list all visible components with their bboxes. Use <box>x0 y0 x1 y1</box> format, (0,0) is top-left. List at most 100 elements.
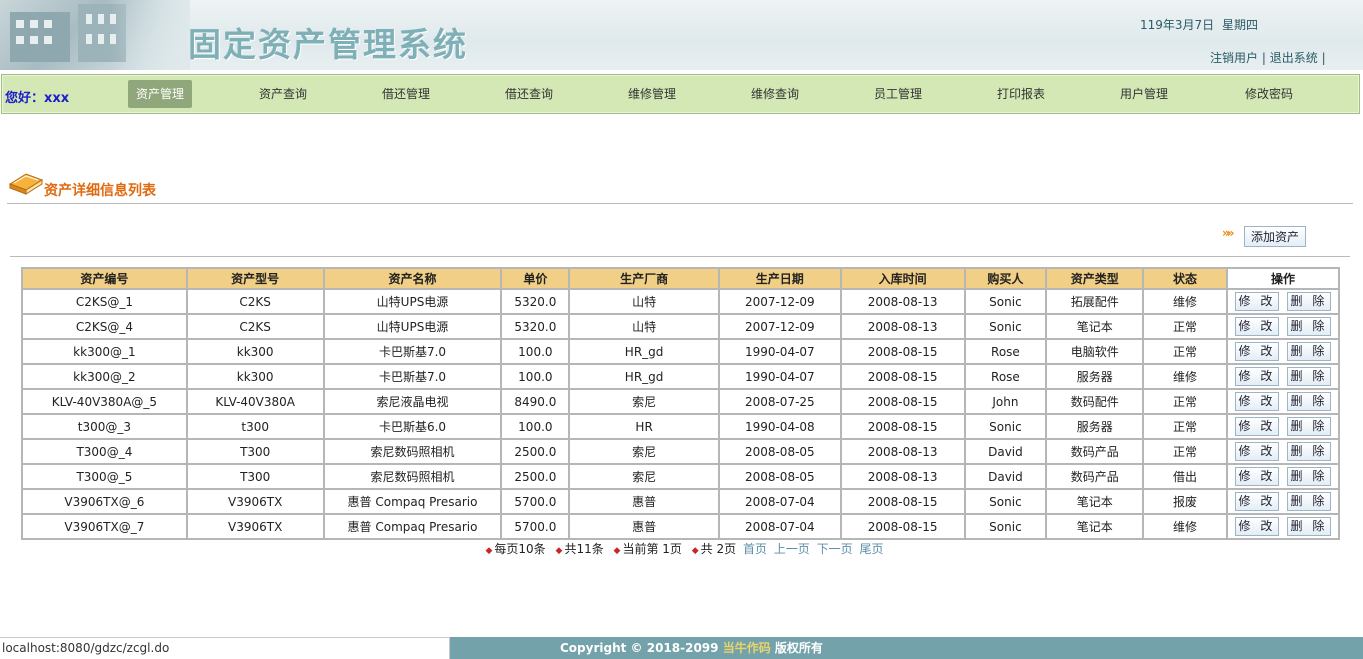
prev-page-link[interactable]: 上一页 <box>774 542 810 556</box>
table-cell: V3906TX@_6 <box>21 488 188 515</box>
table-cell: 2008-08-13 <box>839 463 966 490</box>
edit-button[interactable]: 修 改 <box>1234 317 1279 336</box>
column-header: 资产名称 <box>322 267 503 290</box>
table-cell: 正常 <box>1142 338 1228 365</box>
table-cell: 1990-04-07 <box>717 363 842 390</box>
delete-button[interactable]: 删 除 <box>1286 442 1331 461</box>
actions-cell: 修 改删 除 <box>1225 288 1341 315</box>
column-header: 单价 <box>500 267 571 290</box>
asset-table: 资产编号 资产型号 资产名称 单价 生产厂商 生产日期 入库时间 购买人 资产类… <box>21 267 1341 540</box>
nav-item-change-password[interactable]: 修改密码 <box>1237 80 1301 108</box>
table-cell: 索尼 <box>568 388 720 415</box>
table-row: T300@_4 T300 索尼数码照相机 2500.0 索尼 2008-08-05 2008… <box>21 438 1341 465</box>
table-cell: 2008-08-15 <box>839 413 966 440</box>
nav-item-user-management[interactable]: 用户管理 <box>1112 80 1176 108</box>
table-cell: 服务器 <box>1045 363 1145 390</box>
nav-item-employee-management[interactable]: 员工管理 <box>866 80 930 108</box>
pagination: ◆ 每页10条 ◆ 共11条 ◆ 当前第 1页 ◆ 共 2页 首页 上一页 下一页 尾页 <box>0 540 1363 557</box>
delete-button[interactable]: 删 除 <box>1286 492 1331 511</box>
table-cell: 2008-08-15 <box>839 488 966 515</box>
nav-item-repair-query[interactable]: 维修查询 <box>743 80 807 108</box>
edit-button[interactable]: 修 改 <box>1234 467 1279 486</box>
table-cell: 报废 <box>1142 488 1228 515</box>
main-nav: 您好：xxx 资产管理 资产查询 借还管理 借还查询 维修管理 维修查询 员工管… <box>1 74 1360 114</box>
table-cell: John <box>963 388 1048 415</box>
edit-button[interactable]: 修 改 <box>1234 292 1279 311</box>
bullet-icon: ◆ <box>485 546 493 556</box>
table-cell: Sonic <box>963 288 1048 315</box>
table-cell: 索尼 <box>568 463 720 490</box>
first-page-link[interactable]: 首页 <box>743 542 767 556</box>
section-title: 资产详细信息列表 <box>44 183 156 199</box>
table-cell: 山特 <box>568 313 720 340</box>
table-cell: 惠普 Compaq Presario <box>322 488 503 515</box>
nav-item-repair-management[interactable]: 维修管理 <box>620 80 684 108</box>
delete-button[interactable]: 删 除 <box>1286 417 1331 436</box>
actions-cell: 修 改删 除 <box>1225 513 1341 540</box>
edit-button[interactable]: 修 改 <box>1234 392 1279 411</box>
nav-item-borrow-management[interactable]: 借还管理 <box>374 80 438 108</box>
delete-button[interactable]: 删 除 <box>1286 317 1331 336</box>
actions-cell: 修 改删 除 <box>1225 338 1341 365</box>
table-cell: 笔记本 <box>1045 313 1145 340</box>
table-cell: t300 <box>185 413 325 440</box>
divider <box>10 256 1350 257</box>
edit-button[interactable]: 修 改 <box>1234 417 1279 436</box>
copyright-text: Copyright © 2018-2099 <box>560 641 719 655</box>
rights-text: 版权所有 <box>774 641 823 655</box>
actions-cell: 修 改删 除 <box>1225 438 1341 465</box>
table-row: C2KS@_1 C2KS 山特UPS电源 5320.0 山特 2007-12-09 2008… <box>21 288 1341 315</box>
current-page-text: 当前第 1页 <box>622 542 682 556</box>
header-links: 注销用户 | 退出系统 | <box>1210 49 1326 66</box>
next-page-link[interactable]: 下一页 <box>817 542 853 556</box>
delete-button[interactable]: 删 除 <box>1286 392 1331 411</box>
nav-item-asset-query[interactable]: 资产查询 <box>251 80 315 108</box>
nav-item-asset-management[interactable]: 资产管理 <box>128 80 192 108</box>
table-cell: kk300 <box>185 363 325 390</box>
current-weekday: 星期四 <box>1222 18 1259 32</box>
nav-item-print-report[interactable]: 打印报表 <box>989 80 1053 108</box>
table-row: kk300@_1 kk300 卡巴斯基7.0 100.0 HR_gd 1990-04-07… <box>21 338 1341 365</box>
add-asset-button[interactable]: 添加资产 <box>1244 226 1306 247</box>
table-cell: kk300@_2 <box>21 363 188 390</box>
table-cell: KLV-40V380A <box>185 388 325 415</box>
column-header: 入库时间 <box>839 267 966 290</box>
link-separator: | <box>1261 51 1266 65</box>
table-body: C2KS@_1 C2KS 山特UPS电源 5320.0 山特 2007-12-09 2008… <box>21 288 1341 540</box>
column-header: 资产类型 <box>1045 267 1145 290</box>
edit-button[interactable]: 修 改 <box>1234 517 1279 536</box>
table-header-row: 资产编号 资产型号 资产名称 单价 生产厂商 生产日期 入库时间 购买人 资产类… <box>21 267 1341 290</box>
table-cell: HR_gd <box>568 338 720 365</box>
table-cell: 2008-08-05 <box>717 463 842 490</box>
table-cell: 惠普 <box>568 513 720 540</box>
table-row: KLV-40V380A@_5 KLV-40V380A 索尼液晶电视 8490.0 索尼 2… <box>21 388 1341 415</box>
delete-button[interactable]: 删 除 <box>1286 367 1331 386</box>
table-cell: V3906TX@_7 <box>21 513 188 540</box>
nav-item-borrow-query[interactable]: 借还查询 <box>497 80 561 108</box>
table-cell: V3906TX <box>185 488 325 515</box>
table-cell: 索尼液晶电视 <box>322 388 503 415</box>
logout-user-link[interactable]: 注销用户 <box>1210 51 1258 65</box>
table-cell: T300@_4 <box>21 438 188 465</box>
delete-button[interactable]: 删 除 <box>1286 292 1331 311</box>
table-cell: HR_gd <box>568 363 720 390</box>
delete-button[interactable]: 删 除 <box>1286 517 1331 536</box>
table-cell: kk300 <box>185 338 325 365</box>
table-cell: 惠普 <box>568 488 720 515</box>
edit-button[interactable]: 修 改 <box>1234 492 1279 511</box>
table-cell: Sonic <box>963 513 1048 540</box>
table-cell: 维修 <box>1142 513 1228 540</box>
table-cell: C2KS <box>185 313 325 340</box>
edit-button[interactable]: 修 改 <box>1234 367 1279 386</box>
table-cell: 索尼 <box>568 438 720 465</box>
table-cell: 2007-12-09 <box>717 313 842 340</box>
last-page-link[interactable]: 尾页 <box>859 542 883 556</box>
table-cell: KLV-40V380A@_5 <box>21 388 188 415</box>
edit-button[interactable]: 修 改 <box>1234 342 1279 361</box>
edit-button[interactable]: 修 改 <box>1234 442 1279 461</box>
column-header: 操作 <box>1225 267 1341 290</box>
delete-button[interactable]: 删 除 <box>1286 467 1331 486</box>
delete-button[interactable]: 删 除 <box>1286 342 1331 361</box>
table-cell: 正常 <box>1142 438 1228 465</box>
exit-system-link[interactable]: 退出系统 <box>1270 51 1318 65</box>
